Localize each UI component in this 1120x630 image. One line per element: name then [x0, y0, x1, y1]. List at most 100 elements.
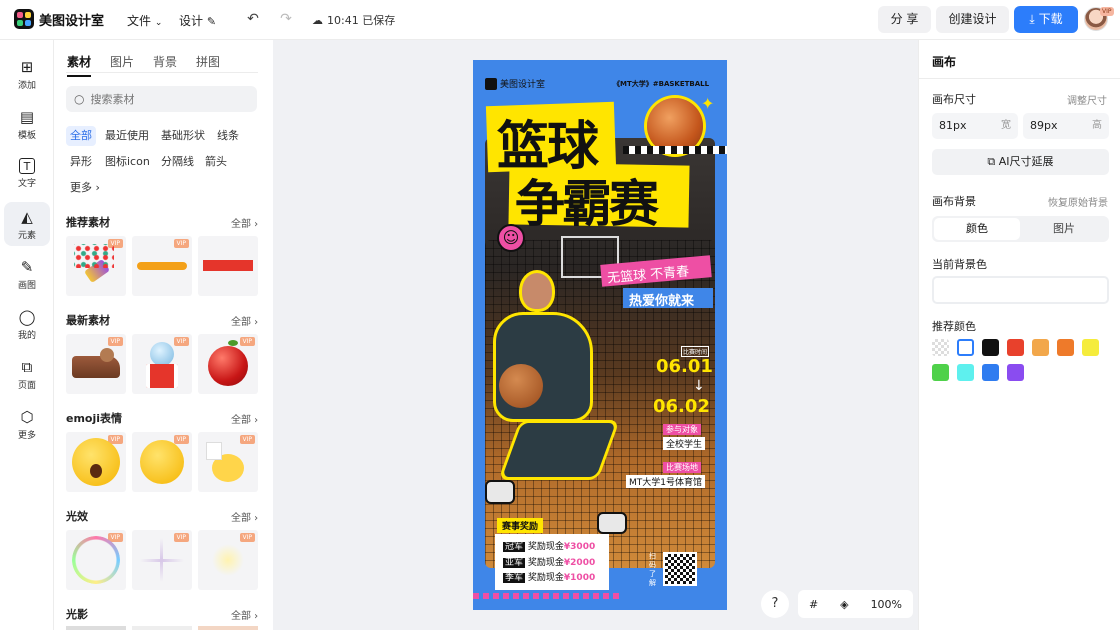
canvas-toolbar: # ◈ 100% — [798, 590, 913, 618]
adjust-size-link[interactable]: 调整尺寸 — [1067, 92, 1107, 107]
asset-light-bubble[interactable]: VIP — [66, 530, 126, 590]
grid-icon[interactable]: # — [809, 598, 818, 611]
tab-images[interactable]: 图片 — [110, 53, 134, 77]
asset-brush-stroke[interactable]: VIP — [132, 236, 192, 296]
nav-draw[interactable]: ✎ 画图 — [4, 252, 50, 296]
qr-code-icon — [663, 552, 697, 586]
asset-emoji-chick[interactable]: VIP — [198, 432, 258, 492]
swatch-green[interactable] — [932, 364, 949, 381]
asset-thumb-partial[interactable] — [66, 626, 126, 630]
swatch-transparent[interactable] — [932, 339, 949, 356]
ai-extend-button[interactable]: ⧉ AI尺寸延展 — [932, 149, 1109, 175]
tab-collage[interactable]: 拼图 — [196, 53, 220, 77]
asset-thumb-partial[interactable] — [132, 626, 192, 630]
nav-text[interactable]: T 文字 — [4, 152, 50, 196]
nav-label: 页面 — [17, 381, 36, 391]
asset-panel: 素材 图片 背景 拼图 ○ 全部 最近使用 基础形状 线条 异形 图标icon … — [55, 40, 273, 630]
see-all-link[interactable]: 全部 › — [231, 607, 258, 622]
asset-emoji-shocked[interactable]: VIP — [66, 432, 126, 492]
restore-bg-link[interactable]: 恢复原始背景 — [1048, 194, 1108, 209]
swatch-cyan[interactable] — [957, 364, 974, 381]
chip-more[interactable]: 更多 › — [66, 178, 104, 198]
see-all-link[interactable]: 全部 › — [231, 313, 258, 328]
nav-page[interactable]: ⧉ 页面 — [4, 352, 50, 396]
poster-brand: 美图设计室 — [500, 80, 546, 90]
tab-backgrounds[interactable]: 背景 — [153, 53, 177, 77]
award-row-1: 冠军 奖励现金¥3000 — [503, 539, 595, 552]
asset-party-popper[interactable]: VIP — [66, 236, 126, 296]
asset-gift-snowglobe[interactable]: VIP — [132, 334, 192, 394]
vip-badge: VIP — [239, 533, 255, 542]
chip-irregular[interactable]: 异形 — [66, 152, 96, 172]
width-unit: 宽 — [1001, 120, 1011, 131]
award-amount: ¥1000 — [563, 573, 596, 583]
section-title: 最新素材 — [66, 314, 110, 327]
asset-emoji-thinking[interactable]: VIP — [132, 432, 192, 492]
tab-materials[interactable]: 素材 — [67, 53, 92, 77]
award-amount: ¥2000 — [563, 558, 596, 568]
swatch-black[interactable] — [982, 339, 999, 356]
see-all-link[interactable]: 全部 › — [231, 215, 258, 230]
swatch-white[interactable] — [957, 339, 974, 356]
undo-icon[interactable]: ↶ — [245, 11, 261, 27]
current-color-field[interactable] — [932, 276, 1109, 304]
poster-canvas[interactable]: 美图设计室 《MT大学》#BASKETBALL 篮球 争霸赛 ✦ ☺ 无篮球 不… — [473, 60, 727, 610]
poster-slogan2: 热爱你就来 — [629, 294, 695, 309]
confetti-icon — [74, 244, 114, 268]
swatch-purple[interactable] — [1007, 364, 1024, 381]
poster-scan-text: 扫码了解 — [649, 552, 656, 587]
apple-icon — [208, 346, 248, 386]
chip-more-label: 更多 — [70, 181, 92, 194]
swatch-blue[interactable] — [982, 364, 999, 381]
asset-light-glow[interactable]: VIP — [198, 530, 258, 590]
create-design-button[interactable]: 创建设计 — [936, 6, 1009, 33]
layers-icon[interactable]: ◈ — [840, 598, 848, 611]
swatch-yellow[interactable] — [1082, 339, 1099, 356]
help-button[interactable]: ? — [761, 590, 789, 618]
chip-lines[interactable]: 线条 — [213, 126, 243, 146]
swatch-red[interactable] — [1007, 339, 1024, 356]
chip-all[interactable]: 全部 — [66, 126, 96, 146]
see-all-link[interactable]: 全部 › — [231, 411, 258, 426]
height-field[interactable]: 89px 高 — [1023, 113, 1109, 139]
swatch-light-orange[interactable] — [1032, 339, 1049, 356]
width-field[interactable]: 81px 宽 — [932, 113, 1018, 139]
nav-template[interactable]: ▤ 模板 — [4, 102, 50, 146]
award-rank: 冠军 — [503, 542, 526, 552]
see-all-link[interactable]: 全部 › — [231, 509, 258, 524]
nav-more[interactable]: ⬡ 更多 — [4, 402, 50, 446]
swatch-orange[interactable] — [1057, 339, 1074, 356]
nav-mine[interactable]: ◯ 我的 — [4, 302, 50, 346]
nav-elements[interactable]: ◭ 元素 — [4, 202, 50, 246]
seg-image[interactable]: 图片 — [1021, 218, 1107, 240]
height-value: 89px — [1030, 119, 1058, 132]
chip-arrows[interactable]: 箭头 — [201, 152, 231, 172]
search-box[interactable]: ○ — [66, 86, 257, 112]
thinking-face-icon — [140, 440, 184, 484]
chip-basic-shapes[interactable]: 基础形状 — [157, 126, 209, 146]
sparkle-icon — [140, 559, 184, 562]
chip-icons[interactable]: 图标icon — [101, 152, 154, 172]
asset-apple[interactable]: VIP — [198, 334, 258, 394]
download-button[interactable]: ⤓ 下载 — [1014, 6, 1078, 33]
chip-dividers[interactable]: 分隔线 — [157, 152, 198, 172]
asset-red-rectangle[interactable] — [198, 236, 258, 296]
share-button[interactable]: 分 享 — [878, 6, 931, 33]
chip-recent[interactable]: 最近使用 — [101, 126, 153, 146]
seg-color[interactable]: 颜色 — [934, 218, 1020, 240]
asset-thumb-partial[interactable] — [198, 626, 258, 630]
cloud-icon: ☁ — [312, 13, 323, 27]
app-logo[interactable]: 美图设计室 — [14, 9, 104, 29]
design-menu[interactable]: 设计 ✎ — [179, 12, 216, 29]
zoom-level[interactable]: 100% — [871, 598, 902, 611]
nav-add[interactable]: ⊞ 添加 — [4, 52, 50, 96]
asset-sleigh[interactable]: VIP — [66, 334, 126, 394]
download-icon: ⤓ — [1029, 12, 1035, 26]
file-menu[interactable]: 文件 ⌄ — [127, 12, 162, 29]
search-input[interactable] — [90, 92, 241, 106]
checker-strip — [623, 146, 727, 154]
vip-badge: VIP — [1100, 7, 1114, 16]
redo-icon[interactable]: ↷ — [278, 11, 294, 27]
asset-light-sparkle[interactable]: VIP — [132, 530, 192, 590]
page-add-icon: ⧉ — [21, 358, 33, 376]
